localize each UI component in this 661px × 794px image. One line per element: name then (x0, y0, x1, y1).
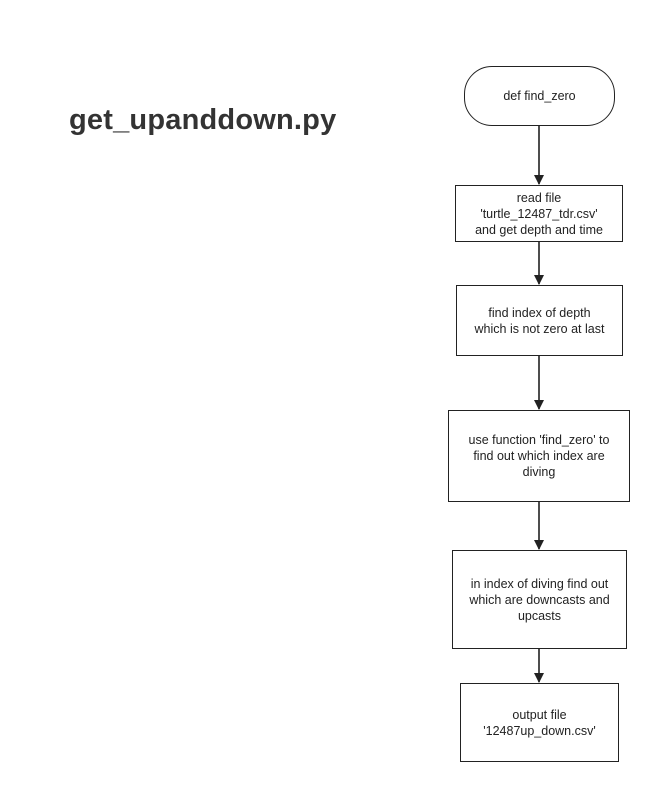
start-terminal: def find_zero (464, 66, 615, 126)
step-find-index-label: find index of depth which is not zero at… (474, 305, 605, 336)
step-read-file-label: read file 'turtle_12487_tdr.csv' and get… (475, 190, 603, 237)
step-find-casts: in index of diving find out which are do… (452, 550, 627, 649)
step-read-file: read file 'turtle_12487_tdr.csv' and get… (455, 185, 623, 242)
step-output-file: output file '12487up_down.csv' (460, 683, 619, 762)
step-output-file-label: output file '12487up_down.csv' (483, 707, 596, 738)
step-find-index: find index of depth which is not zero at… (456, 285, 623, 356)
step-find-casts-label: in index of diving find out which are do… (469, 576, 610, 623)
step-use-function-label: use function 'find_zero' to find out whi… (468, 433, 610, 479)
step-use-function: use function 'find_zero' to find out whi… (448, 410, 630, 502)
start-label: def find_zero (503, 89, 576, 103)
